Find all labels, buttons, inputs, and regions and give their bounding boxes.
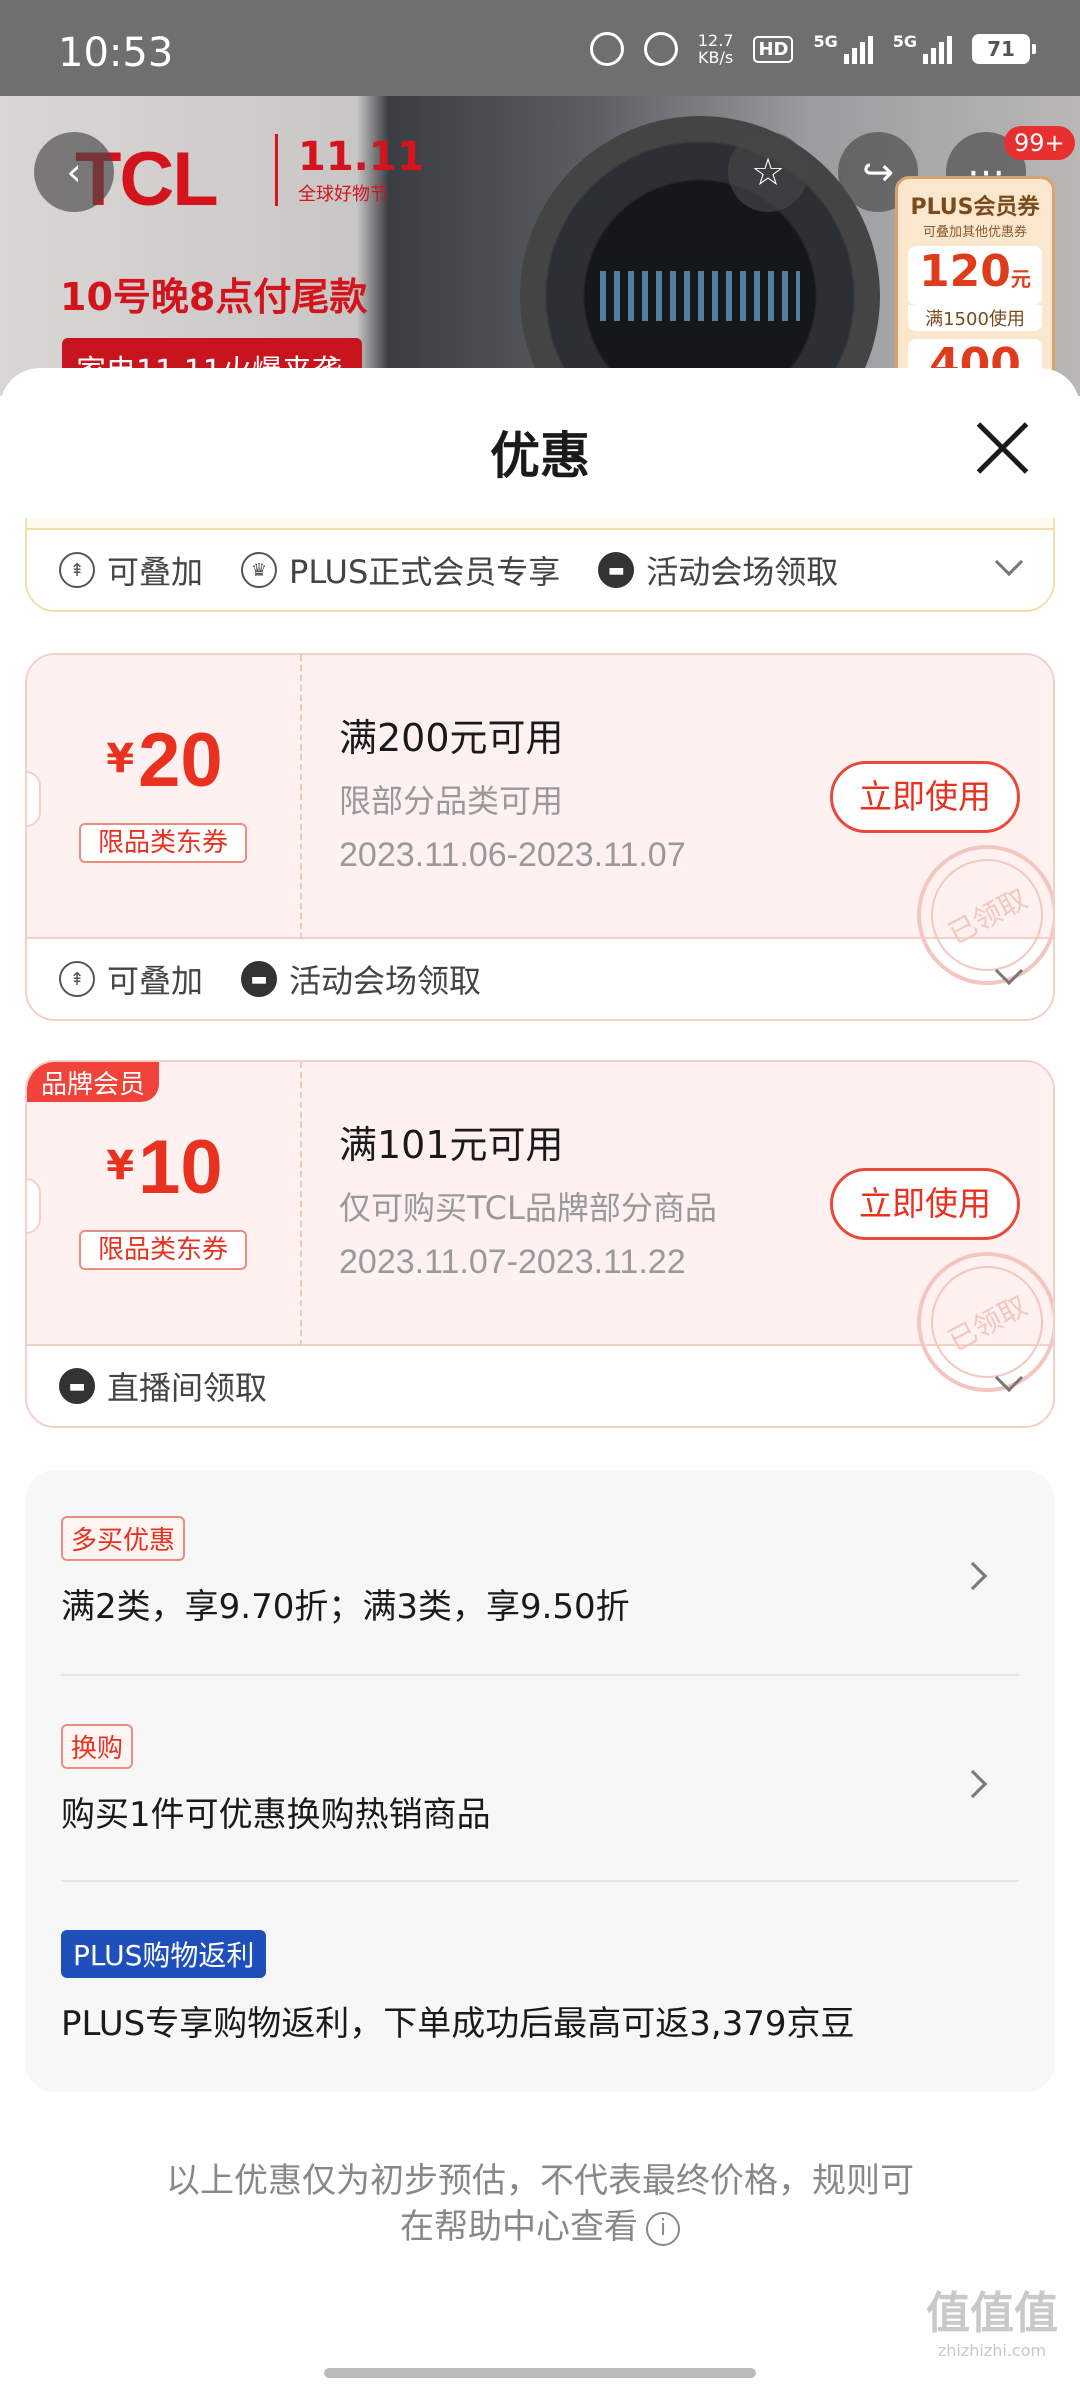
battery-icon: 71 bbox=[972, 34, 1036, 64]
coupon-category-tag: 限品类东券 bbox=[79, 1230, 247, 1270]
chevron-down-icon[interactable] bbox=[994, 1363, 1024, 1393]
use-now-button[interactable]: 立即使用 bbox=[830, 761, 1020, 833]
promo-text: 满2类，享9.70折；满3类，享9.50折 bbox=[61, 1587, 630, 1627]
promotions-panel: 多买优惠 满2类，享9.70折；满3类，享9.50折 换购 购买1件可优惠换购热… bbox=[25, 1470, 1055, 2092]
stack-icon: ⇞ bbox=[59, 552, 95, 588]
coupon-validity: 2023.11.06-2023.11.07 bbox=[339, 836, 686, 874]
coupon-card-partial: ⇞ 可叠加 ♛ PLUS正式会员专享 ▬ 活动会场领取 bbox=[25, 518, 1055, 612]
feature-venue: ▬ 活动会场领取 bbox=[598, 547, 838, 593]
coupon-condition: 满200元可用 bbox=[339, 716, 564, 760]
ticket-icon: ▬ bbox=[241, 961, 278, 997]
stack-icon: ⇞ bbox=[59, 961, 95, 997]
promo-row-multi-buy[interactable]: 多买优惠 满2类，享9.70折；满3类，享9.50折 bbox=[61, 1516, 1019, 1628]
close-button[interactable] bbox=[972, 418, 1032, 478]
coupon-amount: ¥10 bbox=[106, 1125, 223, 1210]
coupon-validity: 2023.11.07-2023.11.22 bbox=[339, 1243, 686, 1281]
promo-tag: 换购 bbox=[61, 1724, 134, 1769]
promo-tag: PLUS购物返利 bbox=[61, 1930, 267, 1978]
coupon-category-tag: 限品类东券 bbox=[79, 823, 247, 863]
ticket-icon: ▬ bbox=[59, 1368, 95, 1404]
offers-scroll-area[interactable]: ⇞ 可叠加 ♛ PLUS正式会员专享 ▬ 活动会场领取 ¥20 限品类东券 满2… bbox=[0, 518, 1080, 2400]
coupon-card: ¥20 限品类东券 满200元可用 限部分品类可用 2023.11.06-202… bbox=[25, 653, 1055, 1021]
promo-tag: 多买优惠 bbox=[61, 1516, 186, 1561]
disclaimer: 以上优惠仅为初步预估，不代表最终价格，规则可 在帮助中心查看 i bbox=[166, 2161, 914, 2247]
product-hero-image: TCL 11.11 全球好物节 10号晚8点付尾款 家电11.11火爆来袭 ‹ … bbox=[0, 96, 1080, 396]
plus-coupon-card: PLUS会员券 可叠加其他优惠券 120元 满1500使用 400 bbox=[895, 176, 1055, 396]
network-speed: 12.7 KB/s bbox=[697, 31, 734, 67]
back-button[interactable]: ‹ bbox=[34, 132, 114, 212]
chevron-down-icon[interactable] bbox=[994, 956, 1024, 986]
coupon-scope: 仅可购买TCL品牌部分商品 bbox=[339, 1189, 717, 1227]
brand-member-badge: 品牌会员 bbox=[27, 1062, 160, 1102]
feature-stackable: ⇞ 可叠加 bbox=[59, 956, 203, 1002]
washer-display bbox=[600, 271, 800, 321]
washer-image bbox=[520, 116, 880, 396]
event-logo: 11.11 全球好物节 bbox=[275, 134, 425, 206]
signal-icon bbox=[843, 34, 873, 64]
hd-voice-icon: HD bbox=[753, 35, 794, 63]
promo-text: PLUS专享购物返利，下单成功后最高可返3,379京豆 bbox=[61, 2004, 855, 2044]
promo-text: 购买1件可优惠换购热销商品 bbox=[61, 1795, 491, 1835]
status-icons: 12.7 KB/s HD 5G 5G 71 bbox=[589, 31, 1036, 67]
info-icon[interactable]: i bbox=[646, 2211, 680, 2246]
promo-row-trade-in[interactable]: 换购 购买1件可优惠换购热销商品 bbox=[61, 1724, 1019, 1836]
promo-row-plus-rebate: PLUS购物返利 PLUS专享购物返利，下单成功后最高可返3,379京豆 bbox=[61, 1930, 1019, 2045]
ticket-icon: ▬ bbox=[598, 552, 635, 588]
divider bbox=[61, 1880, 1019, 1882]
status-bar: 10:53 12.7 KB/s HD 5G 5G 71 bbox=[0, 0, 1080, 96]
sheet-title: 优惠 bbox=[490, 427, 590, 485]
feature-live-room: ▬ 直播间领取 bbox=[59, 1363, 267, 1409]
mute-bell-icon bbox=[643, 32, 678, 66]
coupon-amount: ¥20 bbox=[106, 718, 223, 803]
home-indicator[interactable] bbox=[324, 2368, 756, 2378]
divider bbox=[61, 1674, 1019, 1676]
signal-icon-2 bbox=[923, 34, 952, 64]
feature-plus-only: ♛ PLUS正式会员专享 bbox=[241, 547, 560, 593]
chevron-down-icon[interactable] bbox=[994, 547, 1024, 577]
use-now-button[interactable]: 立即使用 bbox=[830, 1168, 1020, 1240]
favorite-star-button[interactable]: ☆ bbox=[728, 132, 808, 212]
feature-venue: ▬ 活动会场领取 bbox=[241, 956, 481, 1002]
status-time: 10:53 bbox=[58, 30, 174, 76]
coupon-scope: 限部分品类可用 bbox=[339, 782, 564, 820]
feature-stackable: ⇞ 可叠加 bbox=[59, 547, 203, 593]
crown-icon: ♛ bbox=[241, 552, 278, 588]
coupon-card: 品牌会员 ¥10 限品类东券 满101元可用 仅可购买TCL品牌部分商品 202… bbox=[25, 1060, 1055, 1428]
notification-badge: 99+ bbox=[1004, 126, 1075, 160]
watermark: 值值值 zhizhizhi.com bbox=[926, 2288, 1058, 2360]
sim2-network-type: 5G bbox=[892, 32, 917, 51]
alarm-icon bbox=[589, 32, 624, 66]
promo-headline: 10号晚8点付尾款 bbox=[60, 275, 368, 319]
sim1-network-type: 5G bbox=[813, 32, 838, 51]
coupon-condition: 满101元可用 bbox=[339, 1123, 564, 1167]
offers-bottom-sheet: 优惠 ⇞ 可叠加 ♛ PLUS正式会员专享 ▬ 活动会场领取 ¥20 限品类东券… bbox=[0, 368, 1080, 2400]
